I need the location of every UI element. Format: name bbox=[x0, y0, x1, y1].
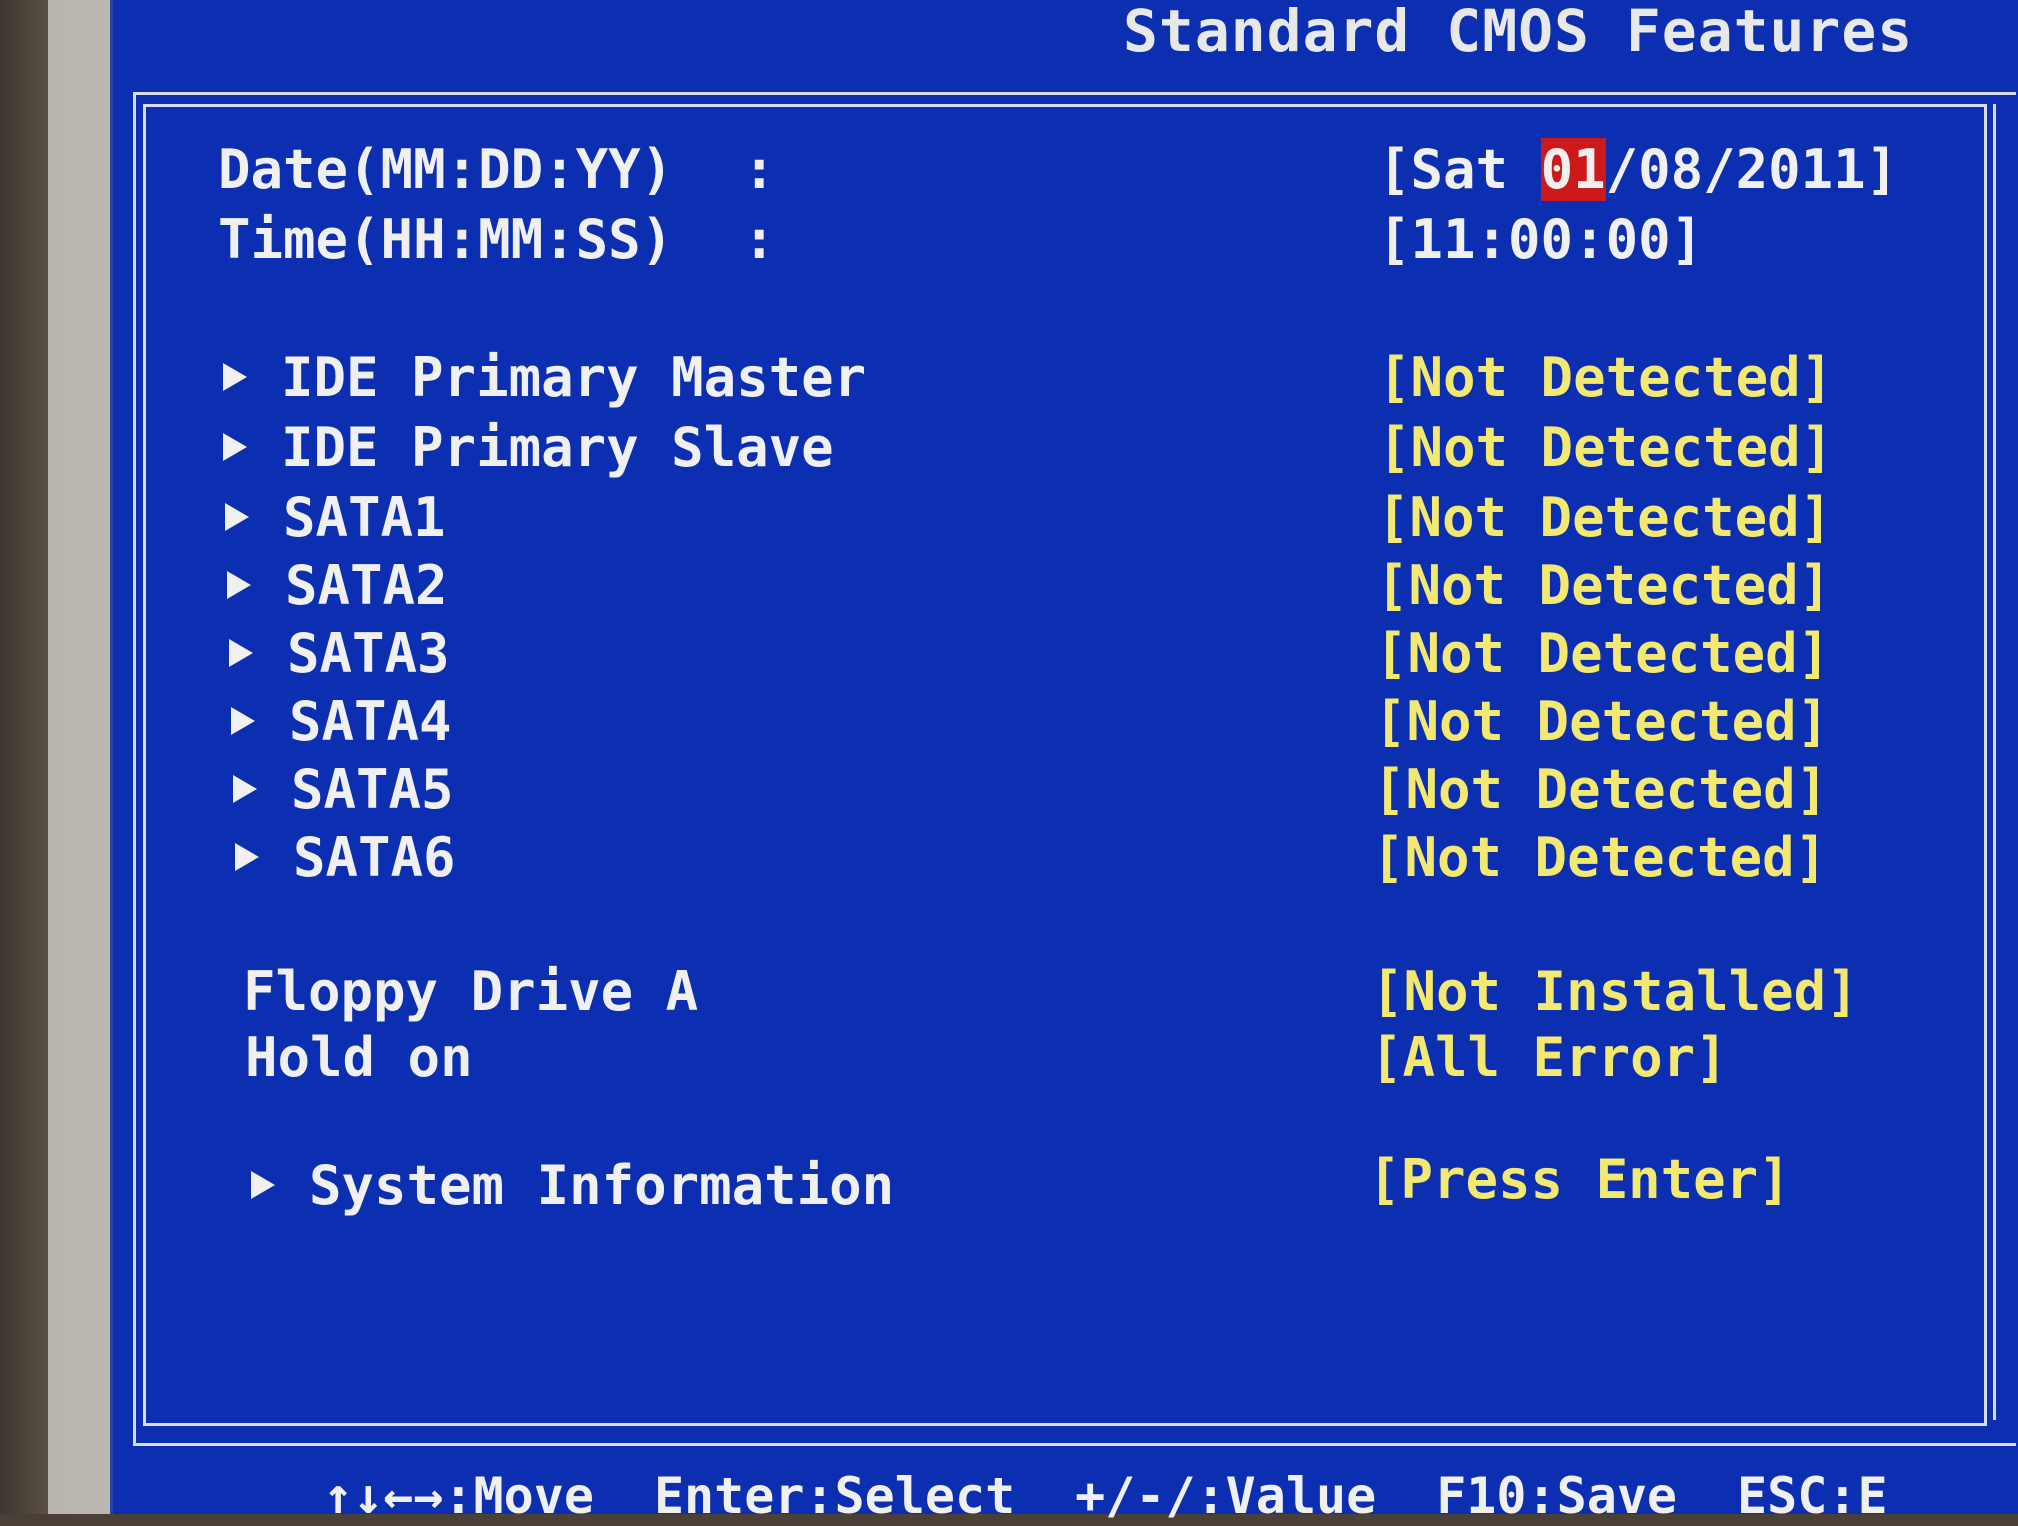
submenu-arrow-icon bbox=[251, 1171, 275, 1200]
floppy-drive-value[interactable]: [Not Installed] bbox=[1371, 962, 1859, 1022]
drive-label: SATA1 bbox=[283, 486, 446, 549]
drive-value: [Not Detected] bbox=[1372, 826, 1828, 889]
system-information-row[interactable]: System Information bbox=[251, 1156, 894, 1216]
drive-row-sata1[interactable]: SATA1 bbox=[225, 488, 446, 548]
time-label: Time(HH:MM:SS) bbox=[218, 208, 674, 271]
drive-label: IDE Primary Master bbox=[281, 346, 867, 409]
drive-label: SATA5 bbox=[291, 758, 454, 821]
drive-value: [Not Detected] bbox=[1378, 346, 1834, 409]
drive-row-sata2[interactable]: SATA2 bbox=[227, 556, 448, 616]
help-esc: ESC:E bbox=[1737, 1467, 1888, 1525]
drive-value: [Not Detected] bbox=[1373, 758, 1829, 821]
date-colon: : bbox=[743, 138, 776, 201]
photo-background bbox=[0, 0, 48, 1514]
date-weekday: [Sat bbox=[1378, 138, 1541, 201]
drive-row-sata3[interactable]: SATA3 bbox=[229, 624, 450, 684]
help-save: F10:Save bbox=[1436, 1467, 1678, 1525]
submenu-arrow-icon bbox=[223, 363, 247, 392]
hold-on-value[interactable]: [All Error] bbox=[1370, 1028, 1728, 1088]
help-move: ↑↓←→:Move bbox=[323, 1467, 594, 1525]
drive-value: [Not Detected] bbox=[1376, 554, 1832, 617]
key-help-bar: ↑↓←→:Move Enter:Select +/-/:Value F10:Save E… bbox=[323, 1466, 2018, 1525]
drive-label: SATA6 bbox=[293, 826, 456, 889]
bios-screen: Standard CMOS Features Date(MM:DD:YY) : … bbox=[110, 0, 2018, 1525]
drive-value: [Not Detected] bbox=[1374, 690, 1830, 753]
time-value[interactable]: [11:00:00] bbox=[1378, 210, 1703, 270]
time-row[interactable]: Time(HH:MM:SS) bbox=[218, 210, 673, 270]
help-select: Enter:Select bbox=[653, 1467, 1016, 1525]
submenu-arrow-icon bbox=[225, 503, 249, 532]
floppy-drive-label[interactable]: Floppy Drive A bbox=[243, 962, 698, 1022]
drive-row-ide-primary-master[interactable]: IDE Primary Master bbox=[223, 348, 866, 408]
submenu-arrow-icon bbox=[235, 843, 259, 872]
page-title: Standard CMOS Features bbox=[1123, 0, 1914, 65]
drive-label: SATA3 bbox=[287, 622, 450, 685]
drive-label: IDE Primary Slave bbox=[281, 416, 834, 479]
drive-value: [Not Detected] bbox=[1375, 622, 1831, 685]
time-colon: : bbox=[743, 208, 776, 271]
system-information-label: System Information bbox=[309, 1154, 895, 1217]
submenu-arrow-icon bbox=[231, 707, 255, 736]
drive-value: [Not Detected] bbox=[1378, 416, 1834, 479]
drive-row-ide-primary-slave[interactable]: IDE Primary Slave bbox=[223, 418, 834, 478]
help-panel-divider bbox=[1993, 104, 1996, 1420]
submenu-arrow-icon bbox=[223, 433, 247, 462]
drive-row-sata5[interactable]: SATA5 bbox=[233, 760, 454, 820]
help-value: +/-/:Value bbox=[1075, 1467, 1377, 1525]
drive-label: SATA2 bbox=[285, 554, 448, 617]
submenu-arrow-icon bbox=[233, 775, 257, 804]
drive-row-sata6[interactable]: SATA6 bbox=[235, 828, 456, 888]
submenu-arrow-icon bbox=[229, 639, 253, 668]
date-month-selected[interactable]: 01 bbox=[1540, 138, 1606, 201]
submenu-arrow-icon bbox=[227, 571, 251, 600]
date-label: Date(MM:DD:YY) bbox=[218, 138, 674, 201]
drive-label: SATA4 bbox=[289, 690, 452, 753]
drive-value: [Not Detected] bbox=[1377, 486, 1833, 549]
system-information-value: [Press Enter] bbox=[1368, 1148, 1791, 1211]
date-rest: /08/2011] bbox=[1605, 138, 1899, 201]
hold-on-label[interactable]: Hold on bbox=[245, 1028, 473, 1088]
drive-row-sata4[interactable]: SATA4 bbox=[231, 692, 452, 752]
date-row[interactable]: Date(MM:DD:YY) bbox=[218, 140, 673, 200]
date-value[interactable]: [Sat 01/08/2011] bbox=[1378, 138, 1899, 201]
